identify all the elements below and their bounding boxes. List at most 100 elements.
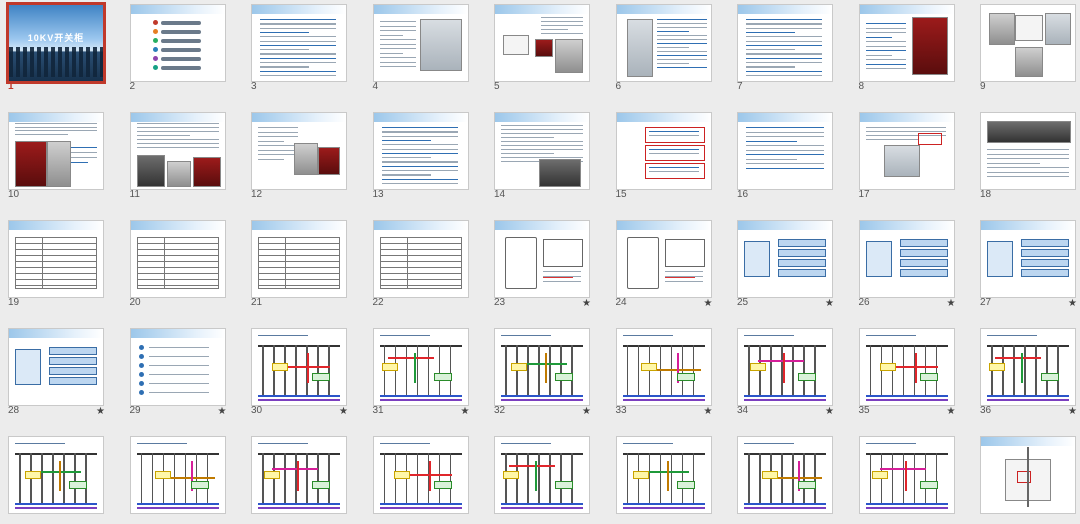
slide-thumbnail-cell: 17 (851, 110, 961, 200)
slide-thumbnail[interactable] (129, 220, 226, 298)
slide-number: 18 (980, 189, 992, 200)
slide-number: 35 (858, 405, 870, 416)
slide-thumbnail-cell: 34 ★ (729, 326, 839, 417)
animation-star-icon[interactable]: ★ (582, 406, 591, 417)
slide-number: 5 (494, 81, 500, 92)
animation-star-icon[interactable]: ★ (704, 298, 713, 309)
animation-star-icon[interactable]: ★ (218, 406, 227, 417)
slide-thumbnail[interactable] (251, 328, 347, 406)
slide-thumbnail[interactable] (858, 4, 955, 82)
slide-thumbnail[interactable] (980, 4, 1076, 82)
slide-thumbnail[interactable] (372, 112, 469, 190)
slide-thumbnail[interactable] (858, 112, 955, 190)
slide-number: 15 (615, 189, 627, 200)
animation-star-icon[interactable]: ★ (947, 298, 956, 309)
slide-thumbnail[interactable] (8, 220, 104, 298)
slide-thumbnail-cell: 10 (0, 110, 110, 200)
animation-star-icon[interactable]: ★ (1068, 406, 1077, 417)
slide-thumbnail[interactable] (858, 328, 955, 406)
slide-thumbnail[interactable] (8, 112, 104, 190)
slide-thumbnail-cell: 27 ★ (972, 218, 1080, 309)
slide-thumbnail[interactable] (372, 436, 469, 514)
slide-thumbnail[interactable] (494, 328, 590, 406)
slide-thumbnail[interactable] (251, 4, 347, 82)
slide-thumbnail-cell: 32 ★ (486, 326, 596, 417)
animation-star-icon[interactable]: ★ (1068, 298, 1077, 309)
slide-thumbnail[interactable] (980, 436, 1076, 514)
slide-thumbnail-cell: 21 (243, 218, 353, 308)
slide-thumbnail[interactable] (980, 220, 1076, 298)
animation-star-icon[interactable]: ★ (704, 406, 713, 417)
slide-thumbnail-cell: 25 ★ (729, 218, 839, 309)
slide-thumbnail-cell: 35 ★ (851, 326, 961, 417)
slide-thumbnail-cell: 22 (365, 218, 475, 308)
slide-thumbnail[interactable] (494, 436, 590, 514)
slide-thumbnail-cell: 24 ★ (608, 218, 718, 309)
slide-thumbnail[interactable] (372, 220, 469, 298)
slide-thumbnail-cell (122, 434, 232, 524)
slide-number: 26 (858, 297, 870, 308)
slide-number: 2 (129, 81, 136, 92)
slide-thumbnail[interactable] (615, 4, 712, 82)
animation-star-icon[interactable]: ★ (825, 298, 834, 309)
slide-thumbnail[interactable] (737, 220, 833, 298)
slide-thumbnail-cell (0, 434, 110, 524)
slide-sorter: 10KV开关柜 1 2 3 4 5 6 7 8 9 10 11 12 13 14 15 16 17 18 19 20 21… (0, 0, 1080, 514)
slide-thumbnail[interactable] (737, 328, 833, 406)
animation-star-icon[interactable]: ★ (96, 406, 105, 417)
slide-thumbnail[interactable] (615, 220, 712, 298)
slide-thumbnail-cell: 3 (243, 2, 353, 92)
animation-star-icon[interactable]: ★ (582, 298, 591, 309)
slide-thumbnail[interactable] (858, 436, 955, 514)
slide-thumbnail-cell: 11 (122, 110, 232, 200)
slide-thumbnail[interactable] (251, 436, 347, 514)
slide-thumbnail-cell: 6 (608, 2, 718, 92)
slide-thumbnail-cell: 30 ★ (243, 326, 353, 417)
slide-thumbnail[interactable] (615, 436, 712, 514)
slide-thumbnail-cell: 18 (972, 110, 1080, 200)
slide-thumbnail-cell: 36 ★ (972, 326, 1080, 417)
slide-thumbnail[interactable] (494, 220, 590, 298)
slide-thumbnail[interactable] (251, 112, 347, 190)
slide-thumbnail[interactable] (372, 4, 469, 82)
slide-thumbnail[interactable] (129, 112, 226, 190)
slide-thumbnail[interactable] (129, 436, 226, 514)
slide-thumbnail-cell: 29 ★ (122, 326, 232, 417)
animation-star-icon[interactable]: ★ (461, 406, 470, 417)
slide-thumbnail-cell (243, 434, 353, 524)
animation-star-icon[interactable]: ★ (947, 406, 956, 417)
slide-thumbnail[interactable] (372, 328, 469, 406)
slide-number: 22 (372, 297, 384, 308)
slide-thumbnail[interactable]: 10KV开关柜 (6, 2, 106, 84)
slide-thumbnail[interactable] (737, 436, 833, 514)
slide-thumbnail[interactable] (129, 328, 226, 406)
slide-thumbnail[interactable] (615, 112, 712, 190)
slide-thumbnail[interactable] (737, 112, 833, 190)
cover-title: 10KV开关柜 (27, 33, 85, 43)
slide-number: 14 (494, 189, 506, 200)
slide-thumbnail[interactable] (615, 328, 712, 406)
slide-thumbnail-cell (608, 434, 718, 524)
slide-thumbnail[interactable] (980, 328, 1076, 406)
slide-thumbnail[interactable] (980, 112, 1076, 190)
slide-thumbnail[interactable] (251, 220, 347, 298)
slide-thumbnail[interactable] (8, 328, 104, 406)
slide-number: 20 (129, 297, 141, 308)
slide-number: 16 (737, 189, 749, 200)
animation-star-icon[interactable]: ★ (339, 406, 348, 417)
slide-number: 17 (858, 189, 870, 200)
slide-thumbnail[interactable] (858, 220, 955, 298)
slide-number: 33 (615, 405, 627, 416)
slide-thumbnail-cell: 13 (365, 110, 475, 200)
slide-thumbnail[interactable] (129, 4, 226, 82)
slide-thumbnail-cell: 31 ★ (365, 326, 475, 417)
slide-number: 25 (737, 297, 749, 308)
slide-thumbnail-cell (486, 434, 596, 524)
slide-thumbnail[interactable] (494, 112, 590, 190)
slide-thumbnail[interactable] (737, 4, 833, 82)
slide-thumbnail[interactable] (8, 436, 104, 514)
slide-number: 29 (129, 405, 141, 416)
slide-thumbnail[interactable] (494, 4, 590, 82)
animation-star-icon[interactable]: ★ (825, 406, 834, 417)
slide-number: 8 (858, 81, 865, 92)
